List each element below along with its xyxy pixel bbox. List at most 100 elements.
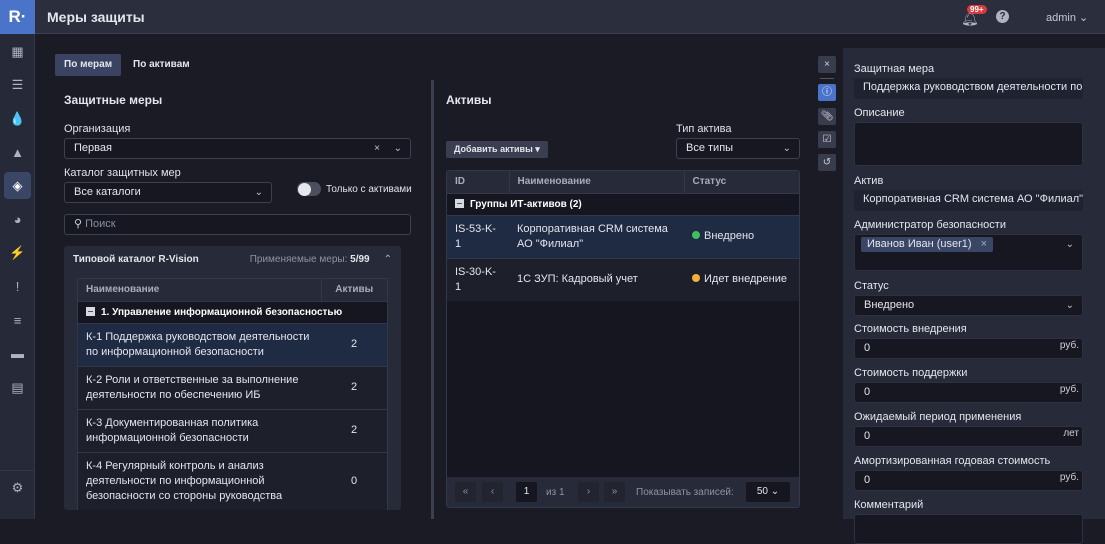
group-label: 1. Управление информационной безопасност… — [101, 306, 343, 318]
database-icon[interactable]: ☰ — [4, 72, 31, 99]
status-value: Внедрено — [864, 299, 915, 311]
catalog-name: Типовой каталог R-Vision — [73, 253, 199, 265]
applied-label: Применяемые меры: — [249, 253, 348, 265]
measures-title: Защитные меры — [64, 93, 163, 107]
col-name[interactable]: Наименование — [78, 279, 321, 301]
table-row[interactable]: IS-53-K-1 Корпоративная CRM система АО "Ф… — [447, 214, 799, 258]
close-icon[interactable]: × — [818, 56, 836, 73]
amort-input[interactable]: 0 руб. — [854, 470, 1083, 491]
search-placeholder: Поиск — [85, 218, 116, 230]
splitter[interactable] — [431, 80, 434, 519]
col-assets[interactable]: Активы — [320, 279, 387, 301]
assets-table-panel: ID Наименование Статус Группы ИТ-активов (… — [446, 170, 800, 508]
amort-value: 0 — [864, 474, 871, 486]
support-cost-label: Стоимость поддержки — [854, 367, 968, 379]
page-size-select[interactable]: 50 ⌄ — [746, 482, 790, 502]
user-name: admin — [1046, 12, 1076, 24]
top-bar — [0, 0, 1105, 34]
catalog-header[interactable]: Типовой каталог R-Vision Применяемые мер… — [64, 246, 401, 272]
asset-status: Идет внедрение — [684, 257, 799, 301]
asset-field: Корпоративная CRM система АО "Филиал" — [854, 190, 1083, 211]
col-status[interactable]: Статус — [683, 171, 799, 193]
tab-by-assets[interactable]: По активам — [124, 54, 199, 76]
settings-icon[interactable]: ⚙ — [4, 474, 31, 501]
chevron-down-icon: ⌄ — [782, 143, 791, 154]
measures-table: Наименование Активы 1. Управление информа… — [78, 279, 387, 510]
asset-label: Актив — [854, 175, 884, 187]
asset-type-label: Тип актива — [676, 123, 732, 135]
first-page-button[interactable]: « — [455, 482, 476, 502]
org-select[interactable]: Первая × ⌄ — [64, 138, 411, 159]
group-row[interactable]: Группы ИТ-активов (2) — [447, 192, 799, 215]
table-row[interactable]: К-2 Роли и ответственные за выполнение д… — [78, 365, 387, 409]
measure-name: К-3 Документированная политика информаци… — [78, 408, 321, 452]
alert-circle-icon[interactable]: ! — [4, 273, 31, 300]
measure-name: К-2 Роли и ответственные за выполнение д… — [78, 365, 321, 409]
only-assets-toggle[interactable] — [297, 182, 321, 196]
period-input[interactable]: 0 лет — [854, 426, 1083, 447]
measure-assets: 2 — [321, 365, 387, 409]
catalog-value: Все каталоги — [74, 186, 141, 198]
group-row[interactable]: 1. Управление информационной безопасност… — [78, 300, 387, 323]
col-id[interactable]: ID — [447, 171, 509, 193]
status-dot-icon — [692, 274, 700, 282]
page-input[interactable]: 1 — [516, 482, 537, 502]
collapse-icon[interactable] — [86, 307, 95, 317]
folder-icon[interactable]: ▬ — [4, 340, 31, 367]
last-page-button[interactable]: » — [604, 482, 625, 502]
measure-name: К-1 Поддержка руководством деятельности … — [78, 322, 321, 366]
user-menu[interactable]: admin ⌄ — [1046, 11, 1088, 24]
details-panel: Защитная мера Поддержка руководством дея… — [843, 48, 1105, 544]
col-name[interactable]: Наименование — [508, 171, 684, 193]
table-row[interactable]: К-3 Документированная политика информаци… — [78, 408, 387, 452]
description-field[interactable] — [854, 122, 1083, 166]
asset-status: Внедрено — [684, 214, 799, 258]
asset-type-select[interactable]: Все типы ⌄ — [676, 138, 800, 159]
list-icon[interactable]: ≡ — [4, 307, 31, 334]
grid-icon[interactable]: ▦ — [4, 38, 31, 65]
app-logo[interactable]: R· — [0, 0, 35, 34]
add-assets-button[interactable]: Добавить активы ▾ — [446, 141, 548, 158]
help-icon[interactable]: ? — [996, 10, 1009, 23]
drop-icon[interactable]: 💧 — [4, 105, 31, 132]
table-row[interactable]: К-1 Поддержка руководством деятельности … — [78, 322, 387, 366]
description-label: Описание — [854, 107, 905, 119]
unit-rub: руб. — [1059, 340, 1079, 351]
chevron-down-icon: ⌄ — [393, 143, 402, 154]
comment-label: Комментарий — [854, 499, 924, 511]
asset-id: IS-30-K-1 — [447, 257, 509, 301]
chevron-up-icon[interactable]: ⌃ — [384, 254, 392, 265]
table-row[interactable]: К-4 Регулярный контроль и анализ деятель… — [78, 451, 387, 510]
tab-by-measures[interactable]: По мерам — [55, 54, 122, 76]
assets-table: ID Наименование Статус Группы ИТ-активов (… — [447, 171, 799, 301]
table-row[interactable]: IS-30-K-1 1С ЗУП: Кадровый учет Идет внедр… — [447, 257, 799, 301]
collapse-icon[interactable] — [455, 199, 464, 209]
asset-id: IS-53-K-1 — [447, 214, 509, 258]
next-page-button[interactable]: › — [578, 482, 599, 502]
info-icon[interactable]: ⓘ — [818, 84, 836, 101]
admin-select[interactable]: Иванов Иван (user1) × ⌄ — [854, 234, 1083, 271]
catalog-select[interactable]: Все каталоги ⌄ — [64, 182, 272, 203]
impl-cost-input[interactable]: 0 руб. — [854, 338, 1083, 359]
clipboard-check-icon[interactable]: ☑ — [818, 131, 836, 148]
prev-page-button[interactable]: ‹ — [482, 482, 503, 502]
status-select[interactable]: Внедрено ⌄ — [854, 295, 1083, 316]
support-cost-input[interactable]: 0 руб. — [854, 382, 1083, 403]
measure-field: Поддержка руководством деятельности по и… — [854, 78, 1083, 99]
warning-icon[interactable]: ▲ — [4, 139, 31, 166]
report-icon[interactable]: ▤ — [4, 374, 31, 401]
lightning-icon[interactable]: ⚡ — [4, 240, 31, 267]
period-value: 0 — [864, 430, 871, 442]
attachment-icon[interactable]: 📎︎ — [818, 108, 836, 125]
remove-tag-icon[interactable]: × — [981, 238, 987, 250]
status-label: Статус — [854, 280, 889, 292]
measure-name: К-4 Регулярный контроль и анализ деятель… — [78, 451, 321, 510]
caret-down-icon: ▾ — [535, 144, 540, 154]
page-size-label: Показывать записей: — [636, 487, 734, 498]
history-icon[interactable]: ↺ — [818, 154, 836, 171]
clear-icon[interactable]: × — [374, 139, 380, 158]
notifications-badge: 99+ — [967, 5, 987, 14]
search-input[interactable]: ⚲ Поиск — [64, 214, 411, 235]
pie-chart-icon[interactable]: ◕ — [4, 206, 31, 233]
shield-icon[interactable]: ◈ — [4, 172, 31, 200]
